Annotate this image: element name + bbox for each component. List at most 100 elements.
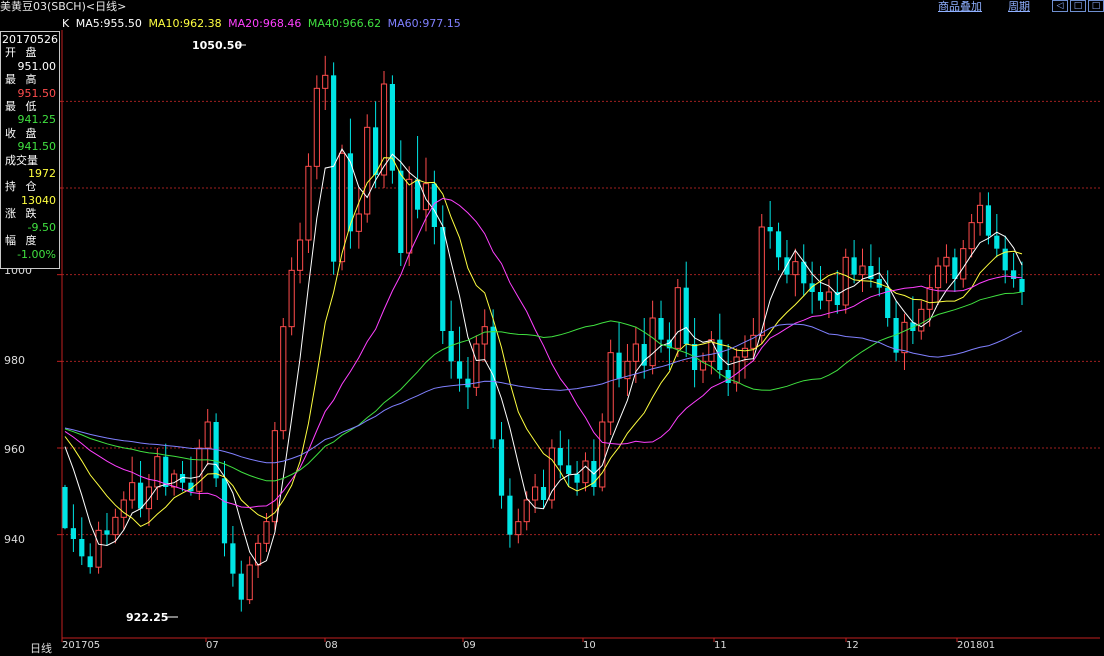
candle-body-up	[632, 343, 639, 362]
legend-ma20: MA20:968.46	[228, 17, 302, 30]
x-label-4: 10	[583, 640, 596, 651]
info-open-label: 开 盘	[5, 46, 40, 60]
candle-body-up	[649, 317, 656, 367]
candle-body-up	[95, 529, 102, 568]
candle-body-down	[79, 539, 85, 557]
candle-body-down	[809, 283, 815, 292]
ma20-line	[64, 197, 1023, 509]
scroll-left-button[interactable]: ◁	[1052, 0, 1068, 12]
info-volume-label: 成交量	[5, 153, 38, 167]
info-low: 941.25	[17, 113, 57, 127]
candle-body-down	[574, 474, 580, 483]
candle-body-down	[952, 257, 958, 279]
candle-body-up	[792, 261, 799, 276]
candle-body-down	[456, 361, 463, 379]
candle-body-down	[683, 287, 689, 344]
legend-ma10: MA10:962.38	[148, 17, 222, 30]
candle-body-down	[163, 456, 169, 487]
candle-body-down	[440, 227, 446, 331]
candle-body-down	[658, 318, 664, 340]
legend-k: K	[62, 17, 70, 30]
kline-chart[interactable]	[0, 0, 1104, 654]
legend-ma40: MA40:966.62	[307, 17, 382, 30]
candle-body-down	[994, 235, 1000, 249]
zoom-in-button[interactable]: □	[1088, 0, 1104, 12]
candle-body-down	[238, 573, 244, 600]
candle-body-up	[154, 456, 161, 488]
ma40-line	[64, 291, 1023, 482]
candle-body-up	[943, 256, 950, 267]
candle-body-up	[674, 287, 681, 349]
candle-body-up	[607, 352, 614, 423]
candle-body-down	[331, 75, 337, 262]
info-close-label: 收 盘	[5, 126, 40, 140]
candle-body-up	[296, 239, 304, 271]
candle-body-down	[851, 257, 857, 275]
info-change: -9.50	[27, 220, 56, 234]
candle-body-up	[120, 499, 127, 518]
candle-body-up	[842, 256, 849, 306]
zoom-out-button[interactable]: □	[1070, 0, 1086, 12]
candle-body-up	[355, 213, 362, 232]
candle-body-up	[288, 269, 295, 328]
candle-body-up	[481, 326, 488, 345]
candle-body-down	[725, 370, 731, 383]
candle-body-up	[406, 178, 413, 254]
candle-body-up	[926, 287, 933, 310]
info-date: 20170526	[2, 33, 58, 46]
candle-body-down	[87, 556, 93, 568]
period-link[interactable]: 周期	[1008, 0, 1030, 13]
candle-body-up	[271, 430, 278, 523]
candle-body-down	[104, 530, 110, 535]
info-close: 941.50	[17, 140, 57, 154]
y-tick-940: 940	[4, 533, 25, 546]
candle-body-up	[112, 516, 119, 536]
overlay-commodity-link[interactable]: 商品叠加	[938, 0, 982, 13]
candle-body-up	[859, 265, 866, 276]
y-tick-980: 980	[4, 354, 25, 367]
candle-body-up	[901, 321, 908, 354]
info-oi-label: 持 仓	[5, 180, 40, 194]
info-volume: 1972	[28, 167, 56, 181]
candle-body-up	[364, 126, 371, 215]
candle-body-down	[431, 183, 437, 227]
info-oi: 13040	[21, 193, 56, 207]
candle-body-down	[62, 487, 68, 529]
candle-body-down	[221, 478, 228, 544]
candle-body-down	[767, 227, 773, 232]
x-label-2: 08	[325, 640, 338, 651]
candle-body-up	[305, 165, 312, 241]
info-open: 951.00	[17, 59, 57, 73]
low-annotation: 922.25	[126, 611, 169, 624]
candle-body-up	[204, 421, 211, 449]
legend-ma5: MA5:955.50	[75, 17, 142, 30]
candle-body-up	[473, 343, 480, 388]
chart-title: 美黄豆03(SBCH)<日线>	[0, 0, 127, 13]
candle-body-down	[1019, 279, 1025, 292]
candle-body-down	[507, 495, 513, 535]
x-label-0: 201705	[62, 640, 101, 651]
candle-body-down	[230, 543, 236, 574]
candle-body-up	[171, 473, 178, 488]
info-change-label: 涨 跌	[5, 207, 40, 221]
candle-body-up	[322, 74, 329, 89]
candle-body-down	[817, 292, 824, 301]
candle-body-down	[775, 231, 782, 258]
candle-body-up	[246, 564, 253, 601]
candle-body-up	[196, 447, 203, 492]
candle-body-up	[741, 347, 749, 358]
title-bar: 美黄豆03(SBCH)<日线> 商品叠加 周期 ◁ □ □	[0, 0, 1104, 14]
candle-body-up	[976, 204, 984, 224]
candle-body-up	[515, 521, 522, 536]
candle-body-up	[280, 326, 287, 432]
candle-body-down	[540, 487, 547, 500]
candle-body-down	[616, 352, 622, 379]
candle-body-down	[70, 528, 76, 539]
candle-body-down	[137, 482, 144, 509]
candle-body-up	[960, 248, 967, 280]
candle-body-up	[582, 460, 589, 484]
candle-body-up	[968, 222, 975, 250]
candle-body-down	[465, 378, 471, 388]
y-tick-960: 960	[4, 443, 25, 456]
info-high-label: 最 高	[5, 73, 40, 87]
